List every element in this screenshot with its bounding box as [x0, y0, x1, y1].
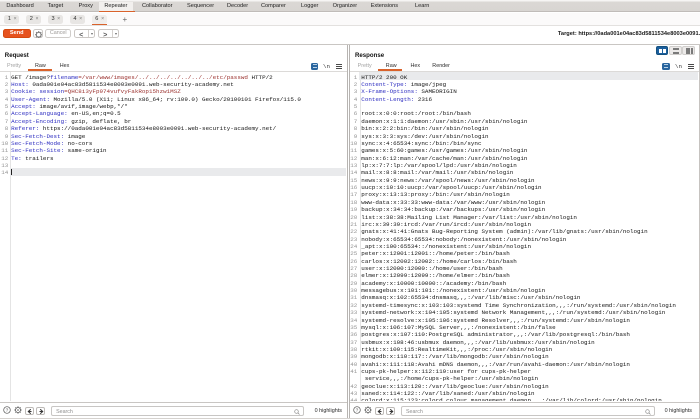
svg-text:?: ? — [6, 408, 9, 414]
svg-text:?: ? — [356, 408, 359, 414]
